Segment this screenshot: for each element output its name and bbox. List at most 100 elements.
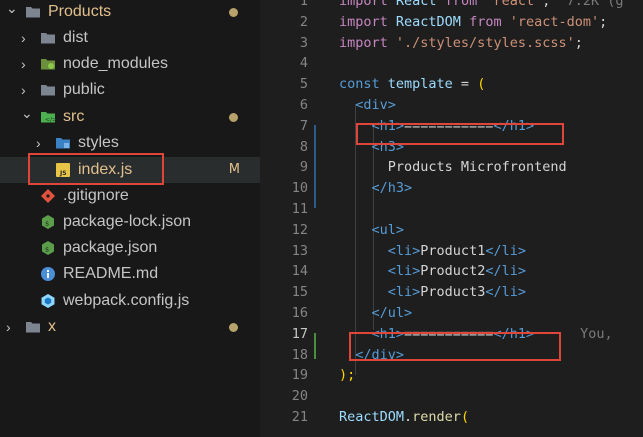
git-change-marker <box>314 333 316 359</box>
code-token: Products Microfrontend <box>387 159 567 176</box>
code-token: import <box>339 13 388 30</box>
code-token: ReactDOM <box>339 409 405 425</box>
chevron-down-icon[interactable]: ⌄ <box>21 100 33 126</box>
node-folder-icon <box>40 56 56 72</box>
code-line[interactable]: import './styles/styles.scss'; <box>339 35 583 51</box>
code-line[interactable]: import React from 'react'; 7.2K (g <box>339 0 624 9</box>
inline-hint: 7.2K (g <box>550 0 624 9</box>
modified-dot-icon <box>229 8 238 17</box>
code-token: from <box>444 0 478 9</box>
code-token: </li> <box>485 284 526 301</box>
line-number: 8 <box>299 138 308 155</box>
explorer-item-webpack-config-js[interactable]: webpack.config.js <box>0 288 260 314</box>
line-number: 3 <box>299 34 308 51</box>
line-number: 5 <box>299 76 308 93</box>
code-token: ( <box>469 76 486 93</box>
code-line[interactable]: Products Microfrontend <box>339 159 567 175</box>
folder-icon <box>40 30 56 46</box>
folder-icon <box>40 82 56 98</box>
explorer-item-dist[interactable]: › dist <box>0 25 260 51</box>
line-number: 1 <box>299 0 308 9</box>
code-token: 'react-dom' <box>501 13 600 30</box>
explorer-item-package-lock-json[interactable]: s package-lock.json <box>0 209 260 235</box>
modified-dot-icon <box>229 113 238 122</box>
code-line[interactable]: const template = ( <box>339 76 485 92</box>
file-explorer: ⌄ Products › dist › node_modules › public ⌄ </> sr… <box>0 0 260 437</box>
line-number: 12 <box>291 221 308 238</box>
code-line[interactable]: <div> <box>339 97 396 113</box>
line-number: 13 <box>291 242 308 259</box>
code-line[interactable]: <li>Product3</li> <box>339 284 526 300</box>
code-token: ); <box>339 367 356 384</box>
line-number: 9 <box>299 159 308 176</box>
line-number: 21 <box>291 409 308 425</box>
explorer-item-label: dist <box>63 29 88 46</box>
code-token: <ul> <box>371 221 405 238</box>
explorer-item-x[interactable]: › x <box>0 314 260 340</box>
line-number: 18 <box>291 346 308 363</box>
code-editor[interactable]: 1 import React from 'react'; 7.2K (g 2 impo… <box>260 0 643 437</box>
code-token: <li> <box>387 242 421 259</box>
explorer-item-src[interactable]: ⌄ </> src <box>0 104 260 130</box>
code-token: Product3 <box>420 284 486 301</box>
highlight-box <box>28 153 164 185</box>
git-icon <box>40 188 56 204</box>
line-number: 4 <box>299 55 308 72</box>
chevron-right-icon[interactable]: › <box>21 51 26 77</box>
svg-text:</>: </> <box>45 117 56 124</box>
code-token: Product1 <box>420 242 486 259</box>
code-token: './styles/styles.scss' <box>387 34 575 51</box>
explorer-item-products[interactable]: ⌄ Products <box>0 0 260 25</box>
webpack-icon <box>40 293 56 309</box>
folder-icon <box>25 319 41 335</box>
current-line-highlight <box>560 339 643 359</box>
code-line[interactable]: <li>Product2</li> <box>339 263 526 279</box>
explorer-item-label: Products <box>48 3 112 20</box>
code-token: from <box>469 13 502 30</box>
explorer-item-readme-md[interactable]: README.md <box>0 261 260 287</box>
npm-json-icon: s <box>40 214 56 230</box>
git-status-badge: M <box>228 162 240 177</box>
code-token: </ul> <box>371 305 413 321</box>
explorer-item-label: README.md <box>63 265 159 282</box>
folder-icon <box>25 4 41 20</box>
explorer-item-package-json[interactable]: s package.json <box>0 235 260 261</box>
git-change-marker <box>314 125 316 208</box>
chevron-down-icon[interactable]: ⌄ <box>6 0 18 21</box>
code-token: </li> <box>485 242 526 259</box>
line-number: 16 <box>291 305 308 321</box>
code-line[interactable]: <li>Product1</li> <box>339 243 526 259</box>
explorer-item-gitignore[interactable]: .gitignore <box>0 183 260 209</box>
code-token: import <box>339 0 388 9</box>
code-token: ; <box>574 34 583 51</box>
code-token: ; <box>599 13 608 30</box>
code-token: template <box>379 76 461 93</box>
code-token: 'react' <box>477 0 543 9</box>
code-line[interactable]: </ul> <box>339 305 413 321</box>
code-line[interactable]: </h3> <box>339 180 413 197</box>
chevron-right-icon[interactable]: › <box>6 314 11 340</box>
code-token: </li> <box>485 263 526 280</box>
code-line[interactable]: import ReactDOM from 'react-dom'; <box>339 14 607 30</box>
modified-dot-icon <box>229 323 238 332</box>
line-number: 10 <box>291 180 308 197</box>
code-token: </h3> <box>371 180 413 197</box>
code-line[interactable]: ); <box>339 367 355 383</box>
explorer-item-public[interactable]: › public <box>0 77 260 103</box>
code-token: <div> <box>355 97 396 113</box>
css-folder-icon <box>55 135 71 151</box>
code-line[interactable]: <ul> <box>339 221 405 238</box>
code-line[interactable]: ReactDOM.render( <box>339 409 469 425</box>
chevron-right-icon[interactable]: › <box>21 25 26 51</box>
code-token: . <box>404 409 413 425</box>
explorer-item-label: src <box>63 108 85 125</box>
code-token: <li> <box>387 284 421 301</box>
svg-text:s: s <box>45 246 49 254</box>
npm-json-icon: s <box>40 240 56 256</box>
line-number: 6 <box>299 97 308 113</box>
explorer-item-node-modules[interactable]: › node_modules <box>0 51 260 77</box>
